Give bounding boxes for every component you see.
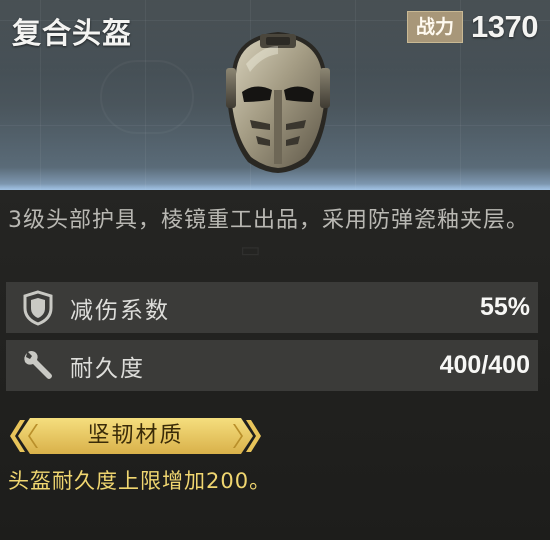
- item-detail-card: 复合头盔 战力 1370 ▭ 3级头部护具，棱镜重工出品，采用防弹瓷釉夹层。 减…: [0, 0, 550, 540]
- stat-row-durability: 耐久度 400/400: [6, 340, 538, 391]
- trait-description: 头盔耐久度上限增加200。: [8, 469, 272, 493]
- item-description: 3级头部护具，棱镜重工出品，采用防弹瓷釉夹层。: [8, 208, 529, 233]
- shield-icon: [6, 282, 70, 333]
- wrench-icon: [6, 340, 70, 391]
- trait-banner: 坚韧材质: [8, 416, 263, 456]
- stat-row-damage-reduction: 减伤系数 55%: [6, 282, 538, 333]
- power-label-badge: 战力: [407, 11, 464, 43]
- stat-label: 耐久度: [70, 355, 145, 382]
- stat-value: 55%: [479, 293, 530, 321]
- power-value: 1370: [471, 9, 538, 44]
- item-showcase: 复合头盔 战力 1370: [0, 0, 550, 190]
- item-name: 复合头盔: [12, 16, 133, 50]
- item-details: ▭ 3级头部护具，棱镜重工出品，采用防弹瓷釉夹层。 减伤系数 55% 耐久度 4…: [0, 190, 550, 540]
- background-watermark: ▭: [240, 238, 261, 263]
- trait-name: 坚韧材质: [87, 423, 184, 448]
- power-rating: 战力 1370: [407, 9, 538, 44]
- background-emblem: [100, 60, 194, 134]
- stat-value: 400/400: [439, 351, 530, 379]
- stat-label: 减伤系数: [70, 297, 170, 324]
- helmet-image: [226, 32, 330, 173]
